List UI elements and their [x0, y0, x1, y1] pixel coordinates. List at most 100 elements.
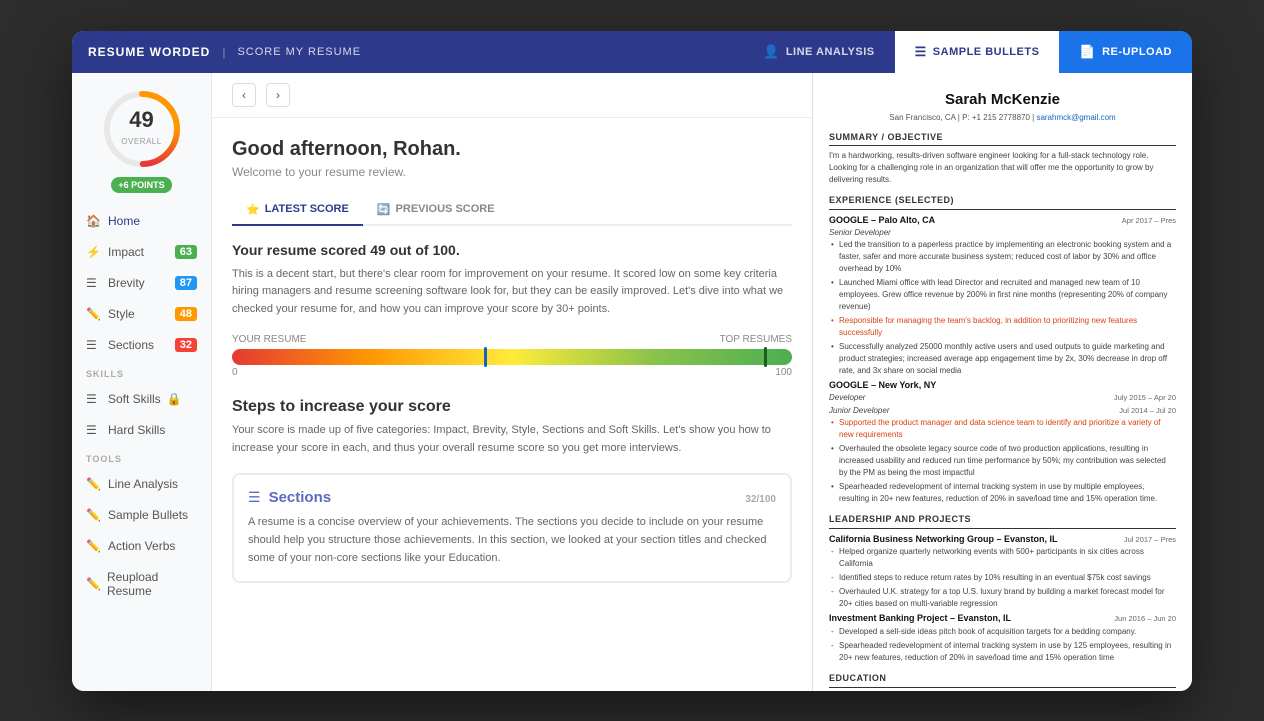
nav-forward-button[interactable]: ›	[266, 83, 290, 107]
sidebar-item-home[interactable]: 🏠 Home	[72, 206, 211, 236]
score-desc: This is a decent start, but there's clea…	[232, 266, 792, 319]
tab-latest-score-label: LATEST SCORE	[265, 203, 349, 215]
sidebar-item-brevity-label: Brevity	[108, 276, 145, 290]
google-ny-header: GOOGLE – New York, NY	[829, 379, 1176, 392]
resume-bullet: Launched Miami office with lead Director…	[829, 277, 1176, 313]
skills-label: SKILLS	[72, 361, 211, 383]
main-content: 49 OVERALL +6 POINTS 🏠 Home ⚡ Impact 63 …	[72, 73, 1192, 691]
re-upload-icon: 📄	[1079, 44, 1096, 60]
impact-icon: ⚡	[86, 245, 102, 259]
score-summary: Your resume scored 49 out of 100.	[232, 242, 792, 258]
sidebar-item-reupload[interactable]: ✏️ Reupload Resume	[72, 562, 211, 606]
tools-label: TOOLS	[72, 446, 211, 468]
resume-bullet-highlight: Responsible for managing the team's back…	[829, 315, 1176, 339]
sidebar-item-hard-skills-label: Hard Skills	[108, 423, 165, 437]
resume-bullet: Spearheaded redevelopment of internal tr…	[829, 640, 1176, 664]
sidebar-item-soft-skills-label: Soft Skills	[108, 392, 161, 406]
sidebar-item-soft-skills[interactable]: ☰ Soft Skills 🔒	[72, 384, 211, 414]
sidebar-item-brevity[interactable]: ☰ Brevity 87	[72, 268, 211, 298]
sidebar: 49 OVERALL +6 POINTS 🏠 Home ⚡ Impact 63 …	[72, 73, 212, 691]
ca-business-dates: Jul 2017 – Pres	[1124, 535, 1176, 546]
resume-email[interactable]: sarahmck@gmail.com	[1036, 113, 1115, 122]
score-label: OVERALL	[121, 137, 161, 146]
google-ny-dates2: Jul 2014 – Jul 20	[1119, 406, 1176, 417]
resume-bullet: Successfully analyzed 25000 monthly acti…	[829, 341, 1176, 377]
score-text: 49 OVERALL	[121, 109, 161, 149]
brevity-icon: ☰	[86, 276, 102, 290]
sidebar-item-hard-skills[interactable]: ☰ Hard Skills	[72, 415, 211, 445]
line-analysis-tool-icon: ✏️	[86, 477, 102, 491]
tab-previous-score-label: PREVIOUS SCORE	[396, 203, 495, 215]
home-icon: 🏠	[86, 214, 102, 228]
section-card-desc: A resume is a concise overview of your a…	[248, 514, 776, 567]
section-card-icon: ☰	[248, 489, 261, 506]
greeting: Good afternoon, Rohan.	[232, 138, 792, 161]
google-pa-company: GOOGLE – Palo Alto, CA	[829, 214, 935, 227]
sections-icon: ☰	[86, 338, 102, 352]
sidebar-item-style[interactable]: ✏️ Style 48	[72, 299, 211, 329]
resume-bullet: Spearheaded redevelopment of internal tr…	[829, 481, 1176, 505]
google-pa-role: Senior Developer	[829, 227, 1176, 238]
resume-name: Sarah McKenzie	[829, 89, 1176, 110]
sidebar-item-line-analysis[interactable]: ✏️ Line Analysis	[72, 469, 211, 499]
center-panel: ‹ › Good afternoon, Rohan. Welcome to yo…	[212, 73, 812, 691]
score-bar-labels: YOUR RESUME TOP RESUMES	[232, 334, 792, 345]
sidebar-item-line-analysis-label: Line Analysis	[108, 477, 178, 491]
score-bar-range-labels: 0 100	[232, 367, 792, 378]
ca-business-header: California Business Networking Group – E…	[829, 533, 1176, 546]
resume-summary-title: SUMMARY / OBJECTIVE	[829, 131, 1176, 147]
browser-frame: RESUME WORDED | SCORE MY RESUME 👤 LINE A…	[72, 31, 1192, 691]
sidebar-item-reupload-label: Reupload Resume	[107, 570, 197, 598]
line-analysis-icon: 👤	[763, 44, 780, 60]
sidebar-item-sample-bullets[interactable]: ✏️ Sample Bullets	[72, 500, 211, 530]
score-tabs: ⭐ LATEST SCORE 🔄 PREVIOUS SCORE	[232, 195, 792, 226]
investment-header: Investment Banking Project – Evanston, I…	[829, 612, 1176, 625]
google-pa-header: GOOGLE – Palo Alto, CA Apr 2017 – Pres	[829, 214, 1176, 227]
sample-bullets-tool-icon: ✏️	[86, 508, 102, 522]
google-pa-dates: Apr 2017 – Pres	[1122, 216, 1176, 227]
tab-sample-bullets[interactable]: ☰ SAMPLE BULLETS	[895, 31, 1060, 73]
reupload-icon: ✏️	[86, 577, 101, 591]
soft-skills-lock: 🔒	[167, 392, 182, 406]
score-badge: +6 POINTS	[111, 177, 171, 193]
sidebar-item-style-label: Style	[108, 307, 135, 321]
sidebar-item-impact-label: Impact	[108, 245, 144, 259]
steps-section: Steps to increase your score Your score …	[232, 398, 792, 583]
latest-score-icon: ⭐	[246, 203, 260, 216]
nav-brand: RESUME WORDED | SCORE MY RESUME	[72, 45, 377, 59]
sidebar-item-sample-bullets-label: Sample Bullets	[108, 508, 188, 522]
resume-bullet: Identified steps to reduce return rates …	[829, 572, 1176, 584]
top-resumes-marker	[764, 347, 767, 367]
sidebar-item-action-verbs[interactable]: ✏️ Action Verbs	[72, 531, 211, 561]
resume-experience-title: EXPERIENCE (SELECTED)	[829, 194, 1176, 210]
score-number: 49	[121, 109, 161, 131]
sections-score: 32	[175, 338, 197, 352]
tab-line-analysis[interactable]: 👤 LINE ANALYSIS	[743, 31, 895, 73]
sample-bullets-icon: ☰	[915, 44, 927, 60]
nav-back-button[interactable]: ‹	[232, 83, 256, 107]
steps-desc: Your score is made up of five categories…	[232, 422, 792, 457]
resume-education-title: EDUCATION	[829, 672, 1176, 688]
sidebar-item-sections-label: Sections	[108, 338, 154, 352]
score-bar-section: YOUR RESUME TOP RESUMES 0 100	[232, 334, 792, 378]
sidebar-item-sections[interactable]: ☰ Sections 32	[72, 330, 211, 360]
google-ny-role1: Developer	[829, 392, 865, 403]
resume-leadership-title: LEADERSHIP AND PROJECTS	[829, 513, 1176, 529]
sidebar-item-impact[interactable]: ⚡ Impact 63	[72, 237, 211, 267]
investment-company: Investment Banking Project – Evanston, I…	[829, 612, 1011, 625]
impact-score: 63	[175, 245, 197, 259]
tab-sample-bullets-label: SAMPLE BULLETS	[933, 46, 1040, 58]
tab-latest-score[interactable]: ⭐ LATEST SCORE	[232, 195, 363, 226]
tab-re-upload-label: RE-UPLOAD	[1102, 46, 1172, 58]
google-ny-roles2: Junior Developer Jul 2014 – Jul 20	[829, 405, 1176, 417]
resume-bullet: Led the transition to a paperless practi…	[829, 239, 1176, 275]
tab-re-upload[interactable]: 📄 RE-UPLOAD	[1059, 31, 1192, 73]
nav-score: SCORE MY RESUME	[237, 46, 361, 58]
steps-title: Steps to increase your score	[232, 398, 792, 416]
range-min: 0	[232, 367, 238, 378]
soft-skills-icon: ☰	[86, 392, 102, 406]
section-card-score: 32/100	[745, 490, 776, 505]
tab-previous-score[interactable]: 🔄 PREVIOUS SCORE	[363, 195, 509, 226]
style-icon: ✏️	[86, 307, 102, 321]
investment-dates: Jun 2016 – Jun 20	[1114, 614, 1176, 625]
